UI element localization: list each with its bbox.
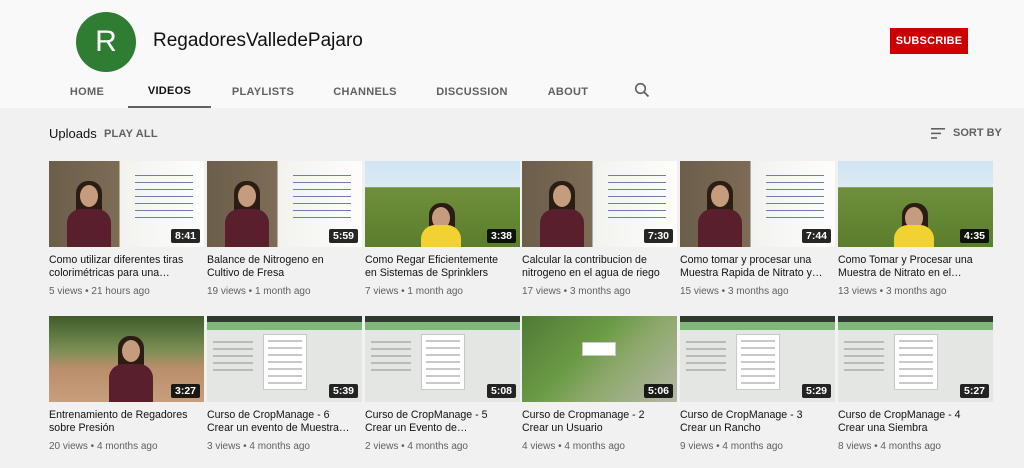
video-meta: 13 views • 3 months ago bbox=[838, 286, 947, 297]
video-card[interactable]: 5:39 Curso de CropManage - 6 Crear un eve… bbox=[207, 316, 362, 456]
tab-channels[interactable]: CHANNELS bbox=[326, 76, 404, 108]
video-thumbnail[interactable]: 3:27 bbox=[49, 316, 204, 402]
video-title[interactable]: Como Tomar y Procesar una Muestra de Nit… bbox=[838, 254, 996, 280]
sort-by-label: SORT BY bbox=[953, 127, 1002, 139]
video-thumbnail[interactable]: 5:08 bbox=[365, 316, 520, 402]
tab-home[interactable]: HOME bbox=[58, 76, 116, 108]
video-card[interactable]: 3:38 Como Regar Eficientemente en Sistema… bbox=[365, 161, 520, 301]
video-title[interactable]: Entrenamiento de Regadores sobre Presión bbox=[49, 409, 207, 435]
video-meta: 17 views • 3 months ago bbox=[522, 286, 631, 297]
tab-discussion[interactable]: DISCUSSION bbox=[430, 76, 514, 108]
video-thumbnail[interactable]: 7:44 bbox=[680, 161, 835, 247]
video-meta: 4 views • 4 months ago bbox=[522, 441, 625, 452]
video-duration: 7:44 bbox=[801, 229, 831, 243]
video-duration: 5:59 bbox=[328, 229, 358, 243]
channel-header: R RegadoresValledePajaro SUBSCRIBE HOME … bbox=[0, 0, 1024, 108]
video-card[interactable]: 5:29 Curso de CropManage - 3 Crear un Ran… bbox=[680, 316, 835, 456]
video-meta: 3 views • 4 months ago bbox=[207, 441, 310, 452]
video-thumbnail[interactable]: 5:59 bbox=[207, 161, 362, 247]
video-thumbnail[interactable]: 8:41 bbox=[49, 161, 204, 247]
sort-icon bbox=[931, 127, 945, 139]
channel-tabs: HOME VIDEOS PLAYLISTS CHANNELS DISCUSSIO… bbox=[0, 76, 1024, 108]
video-meta: 2 views • 4 months ago bbox=[365, 441, 468, 452]
video-thumbnail[interactable]: 7:30 bbox=[522, 161, 677, 247]
video-duration: 5:06 bbox=[643, 384, 673, 398]
video-thumbnail[interactable]: 3:38 bbox=[365, 161, 520, 247]
video-title[interactable]: Curso de CropManage - 6 Crear un evento … bbox=[207, 409, 365, 435]
video-title[interactable]: Como tomar y procesar una Muestra Rapida… bbox=[680, 254, 838, 280]
sort-by-button[interactable]: SORT BY bbox=[931, 125, 1002, 141]
tab-about[interactable]: ABOUT bbox=[540, 76, 596, 108]
video-title[interactable]: Como Regar Eficientemente en Sistemas de… bbox=[365, 254, 523, 280]
video-card[interactable]: 8:41 Como utilizar diferentes tiras color… bbox=[49, 161, 204, 301]
channel-avatar[interactable]: R bbox=[76, 12, 136, 72]
video-duration: 5:39 bbox=[328, 384, 358, 398]
video-thumbnail[interactable]: 5:29 bbox=[680, 316, 835, 402]
video-title[interactable]: Calcular la contribucion de nitrogeno en… bbox=[522, 254, 680, 280]
video-duration: 3:27 bbox=[170, 384, 200, 398]
video-title[interactable]: Curso de CropManage - 4 Crear una Siembr… bbox=[838, 409, 996, 435]
video-duration: 5:29 bbox=[801, 384, 831, 398]
play-all-button[interactable]: PLAY ALL bbox=[104, 128, 158, 140]
video-card[interactable]: 5:06 Curso de Cropmanage - 2 Crear un Usu… bbox=[522, 316, 677, 456]
uploads-label: Uploads bbox=[49, 126, 97, 141]
tab-playlists[interactable]: PLAYLISTS bbox=[224, 76, 302, 108]
video-duration: 8:41 bbox=[170, 229, 200, 243]
video-meta: 8 views • 4 months ago bbox=[838, 441, 941, 452]
video-card[interactable]: 4:35 Como Tomar y Procesar una Muestra de… bbox=[838, 161, 993, 301]
channel-name: RegadoresValledePajaro bbox=[153, 30, 363, 51]
video-title[interactable]: Curso de Cropmanage - 2 Crear un Usuario bbox=[522, 409, 680, 435]
video-card[interactable]: 5:59 Balance de Nitrogeno en Cultivo de F… bbox=[207, 161, 362, 301]
video-duration: 3:38 bbox=[486, 229, 516, 243]
search-icon[interactable] bbox=[634, 82, 652, 100]
video-duration: 5:27 bbox=[959, 384, 989, 398]
video-meta: 9 views • 4 months ago bbox=[680, 441, 783, 452]
video-meta: 5 views • 21 hours ago bbox=[49, 286, 150, 297]
video-card[interactable]: 5:08 Curso de CropManage - 5 Crear un Eve… bbox=[365, 316, 520, 456]
video-meta: 20 views • 4 months ago bbox=[49, 441, 158, 452]
video-meta: 15 views • 3 months ago bbox=[680, 286, 789, 297]
video-card[interactable]: 5:27 Curso de CropManage - 4 Crear una Si… bbox=[838, 316, 993, 456]
video-card[interactable]: 3:27 Entrenamiento de Regadores sobre Pre… bbox=[49, 316, 204, 456]
video-duration: 5:08 bbox=[486, 384, 516, 398]
video-thumbnail[interactable]: 4:35 bbox=[838, 161, 993, 247]
video-duration: 7:30 bbox=[643, 229, 673, 243]
video-card[interactable]: 7:30 Calcular la contribucion de nitrogen… bbox=[522, 161, 677, 301]
video-thumbnail[interactable]: 5:27 bbox=[838, 316, 993, 402]
video-title[interactable]: Curso de CropManage - 5 Crear un Evento … bbox=[365, 409, 523, 435]
video-meta: 19 views • 1 month ago bbox=[207, 286, 311, 297]
subscribe-button[interactable]: SUBSCRIBE bbox=[890, 28, 968, 54]
video-title[interactable]: Balance de Nitrogeno en Cultivo de Fresa bbox=[207, 254, 365, 280]
video-duration: 4:35 bbox=[959, 229, 989, 243]
video-title[interactable]: Como utilizar diferentes tiras colorimét… bbox=[49, 254, 207, 280]
video-card[interactable]: 7:44 Como tomar y procesar una Muestra Ra… bbox=[680, 161, 835, 301]
video-thumbnail[interactable]: 5:39 bbox=[207, 316, 362, 402]
tab-videos[interactable]: VIDEOS bbox=[128, 76, 211, 108]
video-meta: 7 views • 1 month ago bbox=[365, 286, 463, 297]
video-thumbnail[interactable]: 5:06 bbox=[522, 316, 677, 402]
video-title[interactable]: Curso de CropManage - 3 Crear un Rancho bbox=[680, 409, 838, 435]
